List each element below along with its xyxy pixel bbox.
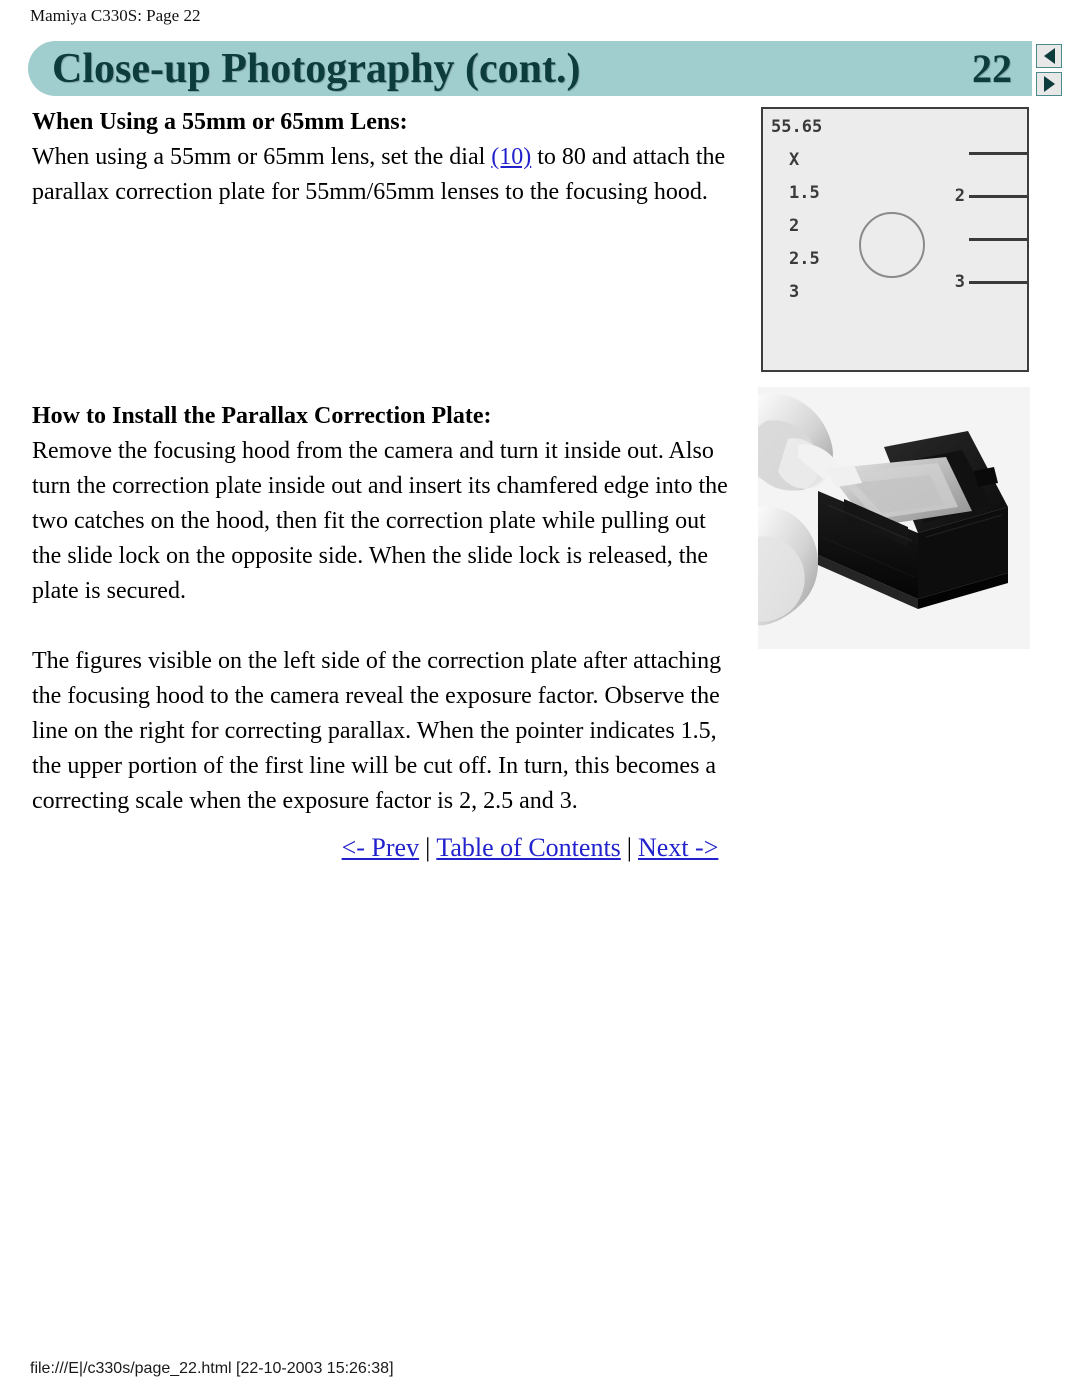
page-title: Close-up Photography (cont.) [52,46,581,92]
section-heading-install: How to Install the Parallax Correction P… [32,403,492,429]
footer-path: file:///E|/c330s/page_22.html [22-10-200… [30,1360,394,1377]
plate-tick-label-2: 2 [954,186,965,206]
plate-center-circle [859,212,925,278]
plate-scale-value-3: 2 [789,216,800,236]
paragraph-figures: The figures visible on the left side of … [32,648,722,814]
figure-parallax-plate-diagram: 55.65 X 1.5 2 2.5 3 2 3 [761,107,1029,372]
plate-tick-label-3: 3 [954,272,965,292]
section-heading-lens: When Using a 55mm or 65mm Lens: [32,109,408,135]
arrow-right-icon [1043,76,1055,92]
table-of-contents-link[interactable]: Table of Contents [436,833,620,862]
paragraph-install: Remove the focusing hood from the camera… [32,438,728,604]
header-nav-arrows [1036,44,1066,96]
spacer-after-lens-section [32,210,738,400]
plate-scale-value-4: 2.5 [789,249,820,269]
main-text-column: When Using a 55mm or 65mm Lens: When usi… [32,106,738,819]
plate-tick-4 [969,281,1027,284]
plate-scale-value-5: 3 [789,282,800,302]
breadcrumb: Mamiya C330S: Page 22 [30,6,201,25]
bottom-navigation: <- Prev | Table of Contents | Next -> [0,831,1060,865]
plate-scale-value-0: 55.65 [771,117,823,137]
install-photo-illustration [758,387,1030,649]
dial-10-link[interactable]: (10) [491,144,531,170]
paragraph-lens: When using a 55mm or 65mm lens, set the … [32,140,738,210]
plate-tick-1 [969,152,1027,155]
next-page-button[interactable] [1036,72,1062,96]
arrow-left-icon [1043,48,1055,64]
plate-tick-2 [969,195,1027,198]
plate-right-tick-group: 2 3 [917,109,1027,370]
nav-separator-1: | [425,833,431,862]
page-number: 22 [972,46,1012,91]
figure-install-photo [758,387,1030,649]
plate-left-scale: 55.65 X 1.5 2 2.5 3 [771,119,822,317]
paragraph-lens-pre: When using a 55mm or 65mm lens, set the … [32,144,492,170]
next-link[interactable]: Next -> [638,833,718,862]
plate-scale-value-1: X [789,150,800,170]
prev-page-button[interactable] [1036,44,1062,68]
plate-tick-3 [969,238,1027,241]
plate-scale-value-2: 1.5 [789,183,820,203]
prev-link[interactable]: <- Prev [342,833,419,862]
spacer-between-paragraphs [32,609,738,644]
nav-separator-2: | [626,833,633,862]
